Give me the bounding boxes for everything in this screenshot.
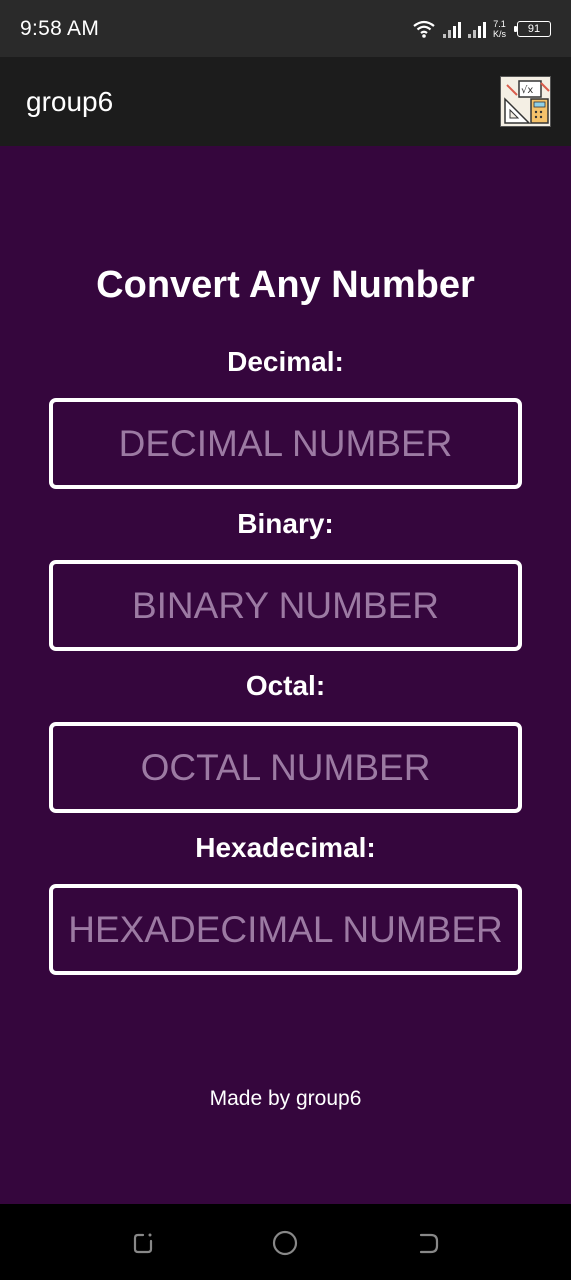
binary-input[interactable] (53, 564, 518, 647)
back-icon[interactable] (415, 1230, 441, 1256)
battery-level: 91 (527, 22, 541, 35)
hexadecimal-field[interactable] (49, 884, 522, 975)
main-content: Convert Any Number Decimal: Binary: Octa… (0, 146, 571, 1204)
recents-icon[interactable] (130, 1230, 156, 1256)
binary-field[interactable] (49, 560, 522, 651)
svg-text:√x: √x (521, 85, 533, 96)
signal-icon-2 (467, 20, 486, 38)
wifi-icon (413, 20, 435, 38)
math-tools-icon: √x (500, 76, 551, 127)
decimal-label: Decimal: (227, 346, 344, 377)
navigation-bar (0, 1204, 571, 1280)
octal-label: Octal: (245, 670, 326, 701)
decimal-field[interactable] (49, 398, 522, 489)
page-title: Convert Any Number (96, 264, 475, 306)
decimal-input[interactable] (53, 402, 518, 485)
speed-value: 7.1 (493, 18, 506, 29)
octal-field[interactable] (49, 722, 522, 813)
footer-credit: Made by group6 (209, 1087, 362, 1110)
status-bar: 9:58 AM 7.1 K/s 91 (0, 0, 571, 57)
app-bar: group6 √x (0, 57, 571, 146)
hexadecimal-input[interactable] (53, 888, 518, 971)
binary-label: Binary: (237, 508, 334, 539)
octal-input[interactable] (53, 726, 518, 809)
status-icons: 7.1 K/s 91 (412, 19, 551, 39)
home-icon[interactable] (272, 1230, 298, 1256)
signal-icon (442, 20, 461, 38)
network-speed: 7.1 K/s (493, 19, 506, 39)
app-title: group6 (26, 85, 114, 117)
battery-icon: 91 (514, 20, 551, 37)
status-time: 9:58 AM (20, 16, 100, 40)
hexadecimal-label: Hexadecimal: (195, 832, 376, 863)
speed-unit: K/s (492, 28, 506, 39)
